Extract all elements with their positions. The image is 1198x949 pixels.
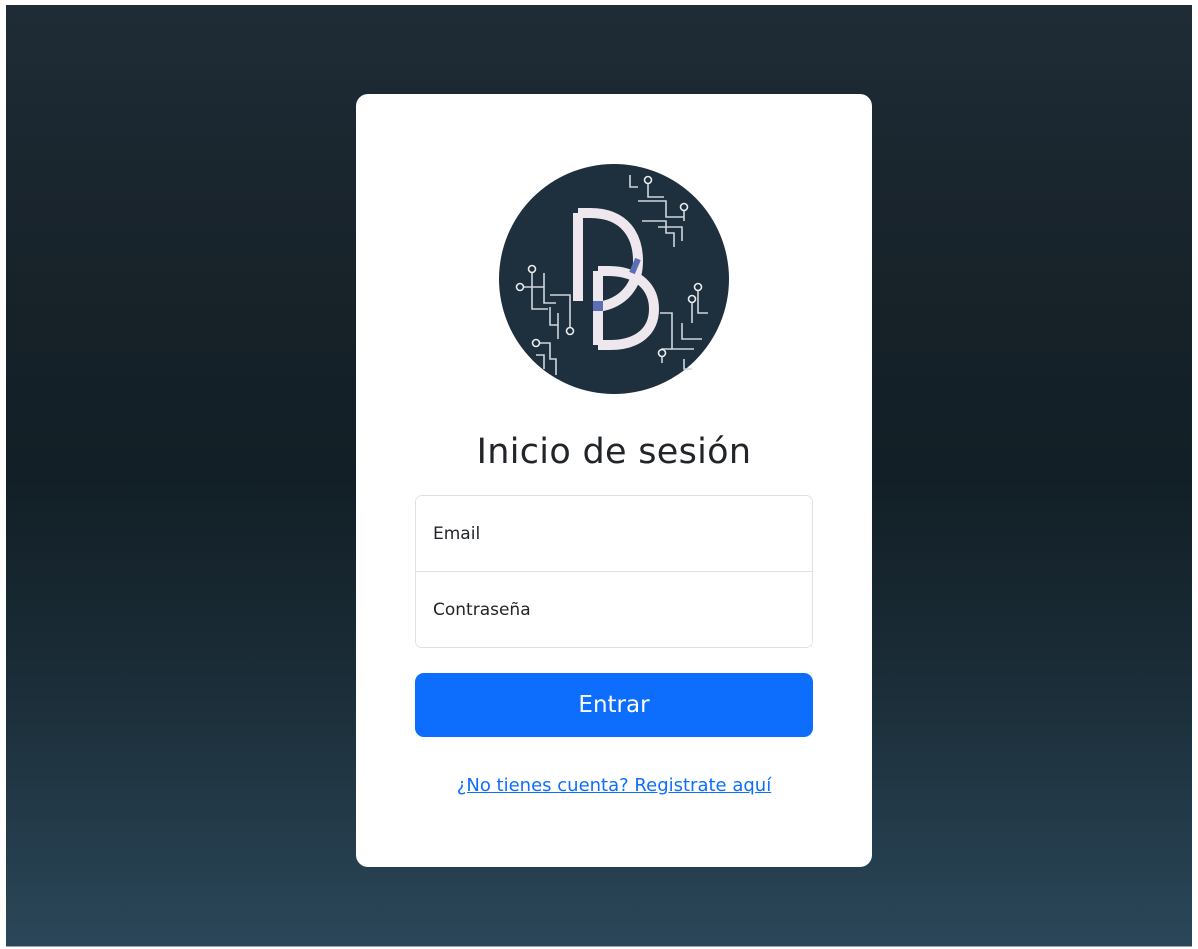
dd-circuit-logo-icon [498, 163, 730, 395]
bottom-divider [6, 946, 1192, 947]
credentials-group [415, 495, 813, 648]
page-title: Inicio de sesión [476, 432, 752, 472]
email-field[interactable] [416, 496, 812, 572]
login-button[interactable]: Entrar [415, 673, 813, 737]
page-background: Inicio de sesión Entrar ¿No tienes cuent… [6, 5, 1192, 947]
password-field[interactable] [416, 572, 812, 647]
logo-svg [499, 164, 729, 394]
login-card: Inicio de sesión Entrar ¿No tienes cuent… [356, 94, 872, 867]
register-link[interactable]: ¿No tienes cuenta? Registrate aquí [356, 775, 872, 796]
